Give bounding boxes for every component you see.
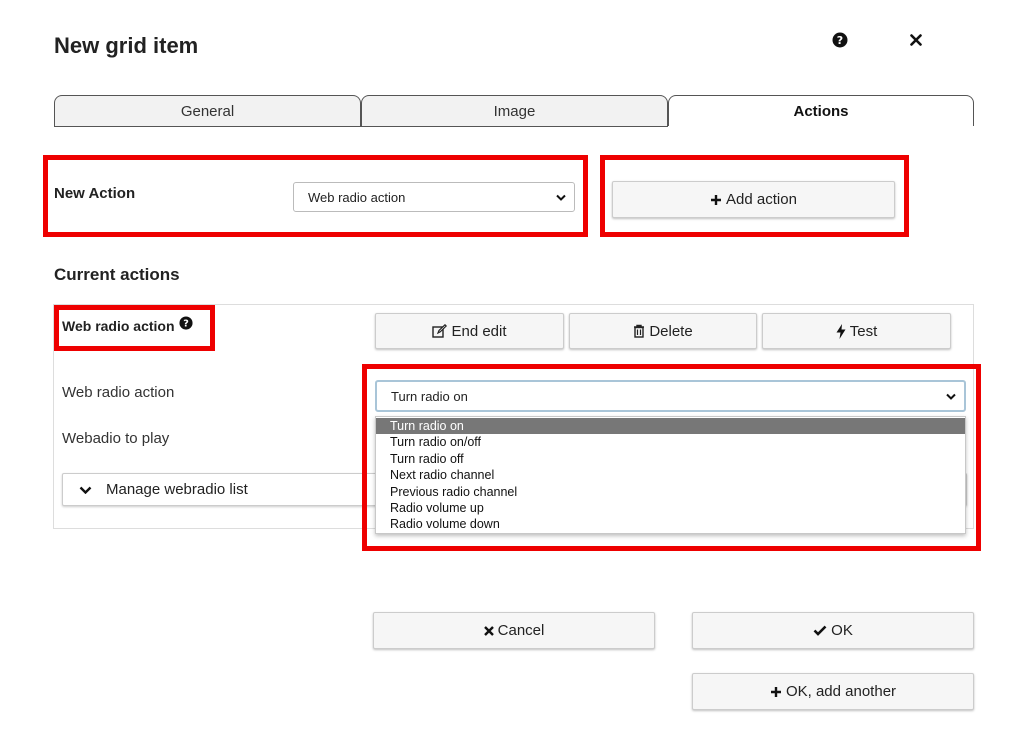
bolt-icon bbox=[836, 323, 846, 339]
ok-label: OK bbox=[831, 622, 853, 639]
chevron-down-icon bbox=[79, 481, 92, 498]
option-radio-volume-up[interactable]: Radio volume up bbox=[376, 500, 965, 516]
option-turn-radio-on-off[interactable]: Turn radio on/off bbox=[376, 434, 965, 450]
ok-button[interactable]: OK bbox=[692, 612, 974, 649]
end-edit-label: End edit bbox=[451, 322, 507, 340]
current-actions-title: Current actions bbox=[54, 265, 180, 284]
option-turn-radio-on[interactable]: Turn radio on bbox=[376, 418, 965, 435]
webradio-to-play-label: Webadio to play bbox=[62, 430, 170, 447]
option-previous-radio-channel[interactable]: Previous radio channel bbox=[376, 484, 965, 500]
new-action-select-value: Web radio action bbox=[308, 189, 406, 205]
new-action-label: New Action bbox=[54, 185, 136, 202]
add-action-button[interactable]: Add action bbox=[612, 181, 895, 218]
test-button[interactable]: Test bbox=[762, 313, 951, 349]
web-radio-action-label: Web radio action bbox=[62, 384, 175, 401]
action-name: Web radio action ? bbox=[62, 316, 193, 335]
plus-icon bbox=[710, 194, 722, 206]
web-radio-action-select[interactable]: Turn radio on bbox=[375, 380, 966, 412]
option-radio-volume-down[interactable]: Radio volume down bbox=[376, 516, 965, 532]
ok-add-another-label: OK, add another bbox=[785, 683, 897, 700]
option-next-radio-channel[interactable]: Next radio channel bbox=[376, 467, 965, 483]
question-circle-icon[interactable]: ? bbox=[830, 30, 850, 50]
delete-label: Delete bbox=[649, 322, 693, 340]
tab-underline bbox=[54, 126, 668, 127]
check-icon bbox=[813, 625, 827, 636]
end-edit-button[interactable]: End edit bbox=[375, 313, 564, 349]
dialog-title: New grid item bbox=[54, 33, 199, 58]
web-radio-action-options: Turn radio on Turn radio on/off Turn rad… bbox=[375, 416, 966, 534]
svg-text:?: ? bbox=[183, 319, 189, 330]
plus-icon bbox=[770, 686, 782, 698]
edit-icon bbox=[432, 324, 448, 338]
cancel-label: Cancel bbox=[497, 622, 545, 639]
trash-icon bbox=[633, 324, 645, 338]
close-icon[interactable] bbox=[906, 30, 926, 50]
delete-button[interactable]: Delete bbox=[569, 313, 757, 349]
cancel-button[interactable]: Cancel bbox=[373, 612, 655, 649]
manage-webradio-list-label: Manage webradio list bbox=[106, 481, 248, 498]
tab-actions[interactable]: Actions bbox=[668, 95, 974, 126]
tab-bar: General Image Actions bbox=[54, 95, 974, 127]
add-action-label: Add action bbox=[726, 191, 797, 208]
new-action-select[interactable]: Web radio action bbox=[293, 182, 575, 212]
chevron-down-icon bbox=[946, 389, 956, 404]
test-label: Test bbox=[849, 322, 878, 340]
question-circle-icon[interactable]: ? bbox=[178, 316, 193, 335]
chevron-down-icon bbox=[556, 190, 566, 205]
close-icon bbox=[483, 625, 494, 636]
web-radio-action-select-value: Turn radio on bbox=[391, 388, 468, 404]
ok-add-another-button[interactable]: OK, add another bbox=[692, 673, 974, 710]
action-name-label: Web radio action bbox=[62, 317, 175, 334]
option-turn-radio-off[interactable]: Turn radio off bbox=[376, 451, 965, 467]
svg-text:?: ? bbox=[837, 34, 843, 47]
tab-image[interactable]: Image bbox=[361, 95, 668, 126]
tab-general[interactable]: General bbox=[54, 95, 361, 126]
